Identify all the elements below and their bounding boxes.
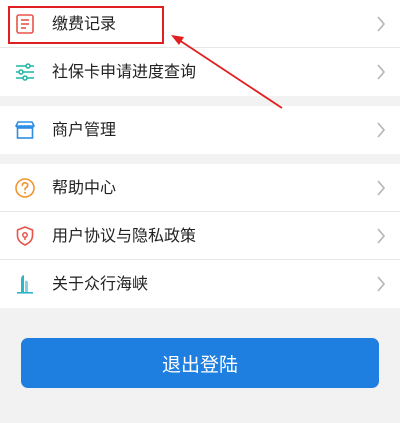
shield-icon: [16, 226, 34, 246]
chevron-right-icon: [377, 64, 386, 80]
logout-area: 退出登陆: [0, 313, 400, 423]
menu-section-about: 帮助中心 用户协议与隐私政策 关于众行海峡: [0, 164, 400, 308]
menu-item-card-progress[interactable]: 社保卡申请进度查询: [0, 48, 400, 96]
menu-item-merchant-management[interactable]: 商户管理: [0, 106, 400, 154]
menu-item-label: 用户协议与隐私政策: [52, 226, 197, 245]
menu-item-help-center[interactable]: 帮助中心: [0, 164, 400, 212]
logout-button-label: 退出登陆: [161, 353, 238, 376]
section-gap: [0, 96, 400, 106]
chevron-right-icon: [377, 180, 386, 196]
menu-item-label: 关于众行海峡: [52, 274, 149, 293]
menu-item-label: 社保卡申请进度查询: [52, 62, 197, 81]
chevron-right-icon: [377, 228, 386, 244]
progress-bars-icon: [16, 63, 34, 81]
storefront-icon: [15, 121, 35, 139]
chevron-right-icon: [377, 16, 386, 32]
help-question-icon: [15, 178, 35, 198]
chevron-right-icon: [377, 122, 386, 138]
chevron-right-icon: [377, 276, 386, 292]
menu-item-about[interactable]: 关于众行海峡: [0, 260, 400, 308]
logout-button[interactable]: 退出登陆: [21, 338, 379, 388]
building-icon: [17, 275, 33, 294]
annotation-highlight-box: [8, 6, 164, 44]
section-gap: [0, 154, 400, 164]
menu-section-merchant: 商户管理: [0, 106, 400, 154]
menu-item-label: 商户管理: [52, 120, 117, 139]
menu-item-user-agreement-privacy[interactable]: 用户协议与隐私政策: [0, 212, 400, 260]
menu-item-label: 帮助中心: [52, 178, 117, 197]
